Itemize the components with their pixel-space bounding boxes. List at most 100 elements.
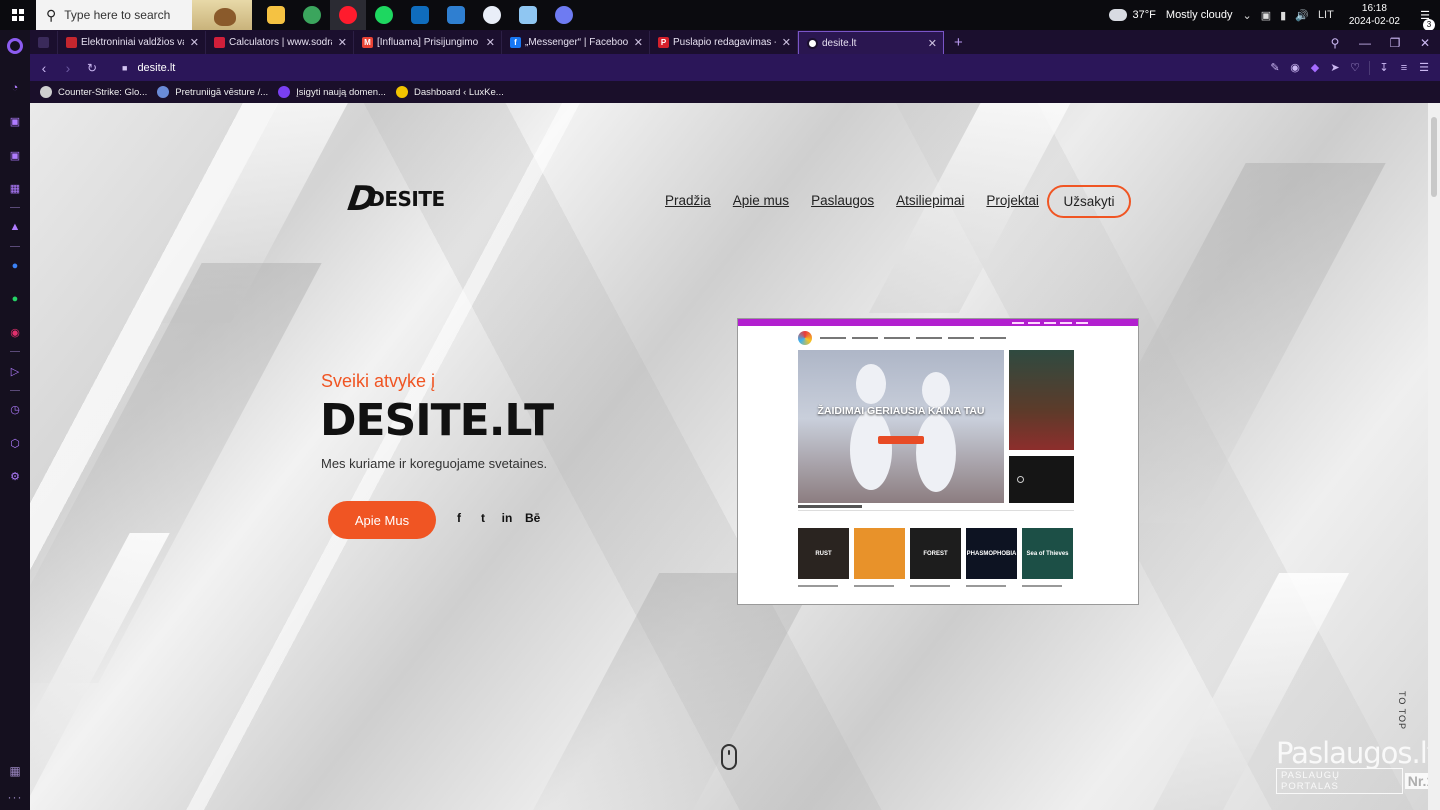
snowman-figure [922, 372, 950, 408]
taskbar-app-teams[interactable] [438, 0, 474, 30]
portfolio-slide[interactable]: ŽAIDIMAI GERIAUSIA KAINA TAU RUST FOREST P… [737, 318, 1139, 605]
windows-icon [12, 9, 24, 21]
player-icon[interactable]: ▷ [8, 364, 22, 378]
close-window-button[interactable]: ✕ [1410, 36, 1440, 50]
address-actions: ✎ ◉ ◆ ➤ ♡ ↧ ≡ ☰ [1265, 60, 1434, 75]
easy-setup-icon[interactable]: ≡ [1394, 62, 1414, 74]
behance-icon[interactable]: Bē [525, 511, 540, 525]
page-scrollbar[interactable] [1428, 103, 1440, 810]
taskbar-search[interactable]: ⚲ Type here to search [36, 0, 252, 30]
taskbar-apps [258, 0, 582, 30]
ai-icon[interactable]: ▦ [8, 182, 22, 196]
snapshot-icon[interactable]: ◉ [1285, 61, 1305, 74]
volume-icon[interactable]: 🔊 [1295, 9, 1309, 22]
wallpaper-icon[interactable]: ▦ [9, 764, 20, 778]
tab-islands-icon[interactable] [30, 31, 58, 54]
taskbar-app-file-explorer[interactable] [258, 0, 294, 30]
share-icon[interactable]: ✎ [1265, 61, 1285, 74]
game-tile-phasmophobia: PHASMOPHOBIA [966, 528, 1017, 579]
nav-link-1[interactable]: Apie mus [733, 193, 789, 208]
send-icon[interactable]: ➤ [1325, 61, 1345, 74]
nav-link-3[interactable]: Atsiliepimai [896, 193, 964, 208]
taskbar-app-discord[interactable] [546, 0, 582, 30]
back-button[interactable]: ‹ [32, 60, 56, 76]
new-tab-button[interactable]: + [944, 31, 973, 54]
reload-button[interactable]: ↻ [80, 61, 104, 75]
network-icon[interactable]: ▣ [1261, 9, 1271, 22]
aria-icon[interactable]: ▲ [8, 220, 22, 234]
bookmark-favicon-icon [395, 86, 408, 98]
site-logo[interactable]: D DESITE [345, 179, 445, 219]
speed-dial-icon[interactable]: ◔ [8, 81, 22, 95]
taskbar-app-spotify[interactable] [366, 0, 402, 30]
sidebar-divider [10, 389, 20, 391]
bookmark-item[interactable]: Pretruniigā vēsture /... [157, 86, 268, 98]
browser-tab[interactable]: Calculators | www.sodra.lt/c ✕ [206, 31, 354, 54]
about-us-button[interactable]: Apie Mus [328, 501, 436, 539]
heart-icon[interactable]: ♡ [1345, 61, 1365, 74]
to-top-link[interactable]: TO TOP [1397, 691, 1407, 730]
settings-icon[interactable]: ⚙ [8, 470, 22, 484]
url-field[interactable]: ■ desite.lt [110, 57, 1265, 79]
minimize-button[interactable]: — [1350, 36, 1380, 50]
forward-button[interactable]: › [56, 60, 80, 76]
download-icon[interactable]: ↧ [1374, 61, 1394, 74]
browser-tab[interactable]: P Puslapio redagavimas - Pas ✕ [650, 31, 798, 54]
browser-tab[interactable]: f „Messenger“ | Facebook ✕ [502, 31, 650, 54]
browser-tab[interactable]: M [Influama] Prisijungimo duo ✕ [354, 31, 502, 54]
window-controls: ⚲ — ❐ ✕ [1320, 31, 1440, 54]
shopping-bag-icon[interactable]: ▣ [8, 115, 22, 129]
battery-icon[interactable]: ▮ [1280, 9, 1286, 22]
weather-temp[interactable]: 37°F [1133, 9, 1156, 21]
bookmark-favicon-icon [40, 86, 52, 98]
tab-active[interactable]: desite.lt ✕ [798, 31, 944, 54]
extensions-icon[interactable]: ⬡ [8, 436, 22, 450]
notification-center[interactable]: ☰ 3 [1410, 9, 1440, 31]
browser-tab[interactable]: Elektroniniai valdžios vartai ✕ [58, 31, 206, 54]
tab-close-icon[interactable]: ✕ [486, 36, 495, 49]
nav-link-4[interactable]: Projektai [986, 193, 1039, 208]
menu-icon[interactable]: ☰ [1414, 61, 1434, 74]
taskbar-app-app-q[interactable] [474, 0, 510, 30]
bookmark-item[interactable]: Įsigyti naują domen... [278, 86, 386, 98]
taskbar-app-opera[interactable] [330, 0, 366, 30]
slide-top-strip [738, 319, 1138, 326]
chevron-up-icon[interactable]: ⌄ [1243, 9, 1252, 22]
tab-close-icon[interactable]: ✕ [634, 36, 643, 49]
instagram-icon[interactable]: ◉ [8, 326, 22, 340]
weather-cloud-icon[interactable] [1105, 5, 1127, 21]
tab-islands-icon-glyph [38, 37, 49, 48]
scrollbar-thumb[interactable] [1431, 117, 1437, 197]
opera-menu-icon[interactable] [7, 38, 23, 54]
twitch-icon[interactable]: ▣ [8, 148, 22, 162]
bookmark-item[interactable]: Counter-Strike: Glo... [40, 86, 147, 98]
history-icon[interactable]: ◷ [8, 403, 22, 417]
whatsapp-icon[interactable]: ● [8, 292, 22, 306]
tab-close-icon[interactable]: ✕ [782, 36, 791, 49]
messenger-icon[interactable]: ● [8, 259, 22, 273]
tab-close-icon[interactable]: ✕ [338, 36, 347, 49]
start-button[interactable] [0, 0, 36, 30]
tab-close-icon[interactable]: ✕ [928, 37, 937, 50]
tab-close-icon[interactable]: ✕ [190, 36, 199, 49]
sidebar-more-icon[interactable]: ··· [8, 790, 23, 804]
taskbar-app-chrome[interactable] [294, 0, 330, 30]
taskbar-app-outlook[interactable] [402, 0, 438, 30]
facebook-icon[interactable]: f [453, 511, 465, 525]
weather-desc[interactable]: Mostly cloudy [1166, 9, 1233, 21]
tab-favicon-icon: M [362, 37, 373, 48]
language-indicator[interactable]: LIT [1318, 9, 1334, 21]
bookmark-item[interactable]: Dashboard ‹ LuxKe... [395, 86, 504, 98]
tab-search-icon[interactable]: ⚲ [1320, 36, 1350, 50]
maximize-button[interactable]: ❐ [1380, 36, 1410, 50]
tab-bar: Elektroniniai valdžios vartai✕Calculator… [30, 30, 1440, 54]
sidebar-divider [10, 245, 20, 247]
taskbar-clock[interactable]: 16:18 2024-02-02 [1349, 2, 1400, 28]
twitter-icon[interactable]: t [477, 511, 489, 525]
taskbar-app-notes[interactable] [510, 0, 546, 30]
vpn-shield-icon[interactable]: ◆ [1305, 61, 1325, 74]
nav-link-2[interactable]: Paslaugos [811, 193, 874, 208]
order-button[interactable]: Užsakyti [1047, 185, 1131, 218]
nav-link-0[interactable]: Pradžia [665, 193, 711, 208]
linkedin-icon[interactable]: in [501, 511, 513, 525]
